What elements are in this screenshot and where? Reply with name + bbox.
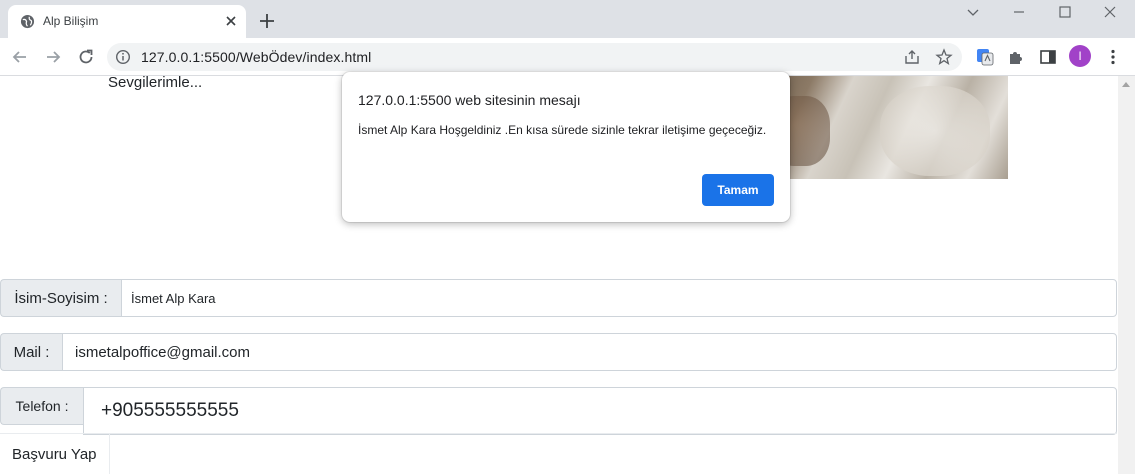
share-icon[interactable] xyxy=(903,48,921,66)
tab-search-icon[interactable] xyxy=(963,2,983,22)
menu-kebab-icon[interactable] xyxy=(1103,47,1123,67)
phone-input-group: Telefon : +905555555555 xyxy=(0,387,1117,435)
extensions-puzzle-icon[interactable] xyxy=(1006,47,1026,67)
new-tab-icon[interactable] xyxy=(258,12,276,30)
mail-input-group: Mail : ismetalpoffice@gmail.com xyxy=(0,333,1117,371)
mail-label: Mail : xyxy=(0,333,62,371)
page-scrollbar[interactable] xyxy=(1118,76,1135,474)
dialog-message: İsmet Alp Kara Hoşgeldiniz .En kısa süre… xyxy=(358,123,767,137)
browser-tab[interactable]: Alp Bilişim xyxy=(8,5,246,38)
phone-input[interactable]: +905555555555 xyxy=(83,387,1117,435)
name-label: İsim-Soyisim : xyxy=(0,279,121,317)
translate-extension-icon[interactable] xyxy=(975,47,995,67)
site-info-icon[interactable] xyxy=(115,49,131,65)
profile-avatar[interactable]: I xyxy=(1069,45,1091,67)
apply-button[interactable]: Başvuru Yap xyxy=(0,434,110,474)
name-input[interactable]: İsmet Alp Kara xyxy=(121,279,1117,317)
forward-icon[interactable] xyxy=(43,47,63,67)
team-photo xyxy=(760,76,1008,179)
submit-row: Başvuru Yap xyxy=(0,433,1117,474)
ok-button[interactable]: Tamam xyxy=(702,174,774,206)
signoff-text: Sevgilerimle... xyxy=(108,76,203,91)
globe-icon xyxy=(20,14,35,29)
maximize-icon[interactable] xyxy=(1055,2,1075,22)
tab-title: Alp Bilişim xyxy=(43,14,99,28)
mail-input[interactable]: ismetalpoffice@gmail.com xyxy=(62,333,1117,371)
bookmark-star-icon[interactable] xyxy=(935,48,953,66)
phone-label: Telefon : xyxy=(0,387,83,425)
name-input-group: İsim-Soyisim : İsmet Alp Kara xyxy=(0,279,1117,317)
minimize-icon[interactable] xyxy=(1009,2,1029,22)
tab-strip: Alp Bilişim xyxy=(0,0,1135,38)
window-close-icon[interactable] xyxy=(1100,2,1120,22)
scroll-up-arrow-icon[interactable] xyxy=(1122,82,1130,87)
alert-dialog: 127.0.0.1:5500 web sitesinin mesajı İsme… xyxy=(342,72,790,222)
reload-icon[interactable] xyxy=(76,47,96,67)
dialog-title: 127.0.0.1:5500 web sitesinin mesajı xyxy=(358,92,581,108)
side-panel-icon[interactable] xyxy=(1038,47,1058,67)
url-text: 127.0.0.1:5500/WebÖdev/index.html xyxy=(141,49,372,65)
browser-toolbar: 127.0.0.1:5500/WebÖdev/index.html xyxy=(0,38,1135,76)
address-bar[interactable]: 127.0.0.1:5500/WebÖdev/index.html xyxy=(107,43,962,71)
close-icon[interactable] xyxy=(223,13,239,29)
back-icon[interactable] xyxy=(10,47,30,67)
